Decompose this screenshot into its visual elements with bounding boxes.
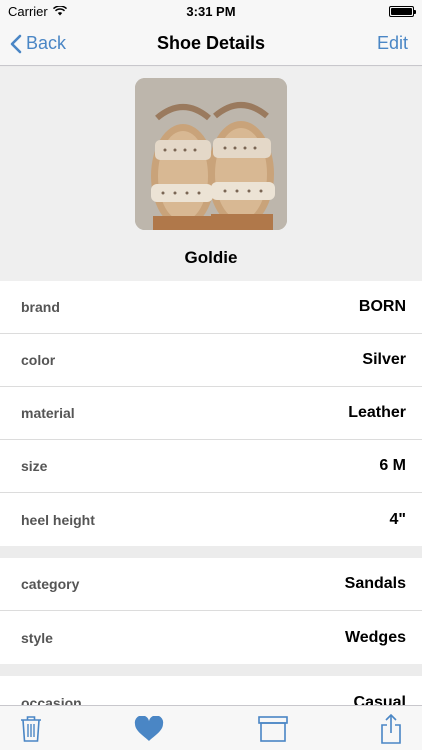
detail-row-size[interactable]: size 6 M — [0, 440, 422, 493]
bottom-toolbar — [0, 705, 422, 750]
status-bar: Carrier 3:31 PM — [0, 0, 422, 22]
shoe-photo[interactable] — [135, 78, 287, 230]
wifi-icon — [52, 6, 67, 16]
detail-value: Leather — [348, 404, 406, 421]
details-group-basics: brand BORN color Silver material Leather… — [0, 281, 422, 546]
shoe-header: Goldie — [0, 67, 422, 281]
detail-row-heel-height[interactable]: heel height 4" — [0, 493, 422, 546]
share-button[interactable] — [373, 712, 409, 746]
chevron-left-icon — [10, 34, 22, 53]
navigation-bar: Back Shoe Details Edit — [0, 22, 422, 66]
shoe-image — [135, 78, 287, 230]
detail-label: style — [21, 629, 53, 646]
status-left: Carrier — [8, 4, 67, 19]
detail-label: category — [21, 576, 80, 592]
detail-value: 4" — [389, 510, 406, 528]
detail-label: size — [21, 458, 48, 474]
detail-label: color — [21, 352, 56, 368]
detail-label: brand — [21, 299, 60, 315]
detail-value: BORN — [358, 298, 406, 315]
heart-icon — [134, 716, 164, 741]
delete-button[interactable] — [13, 712, 49, 746]
detail-value: Wedges — [344, 628, 406, 646]
detail-content[interactable]: Goldie brand BORN color Silver material … — [0, 67, 422, 705]
favorite-button[interactable] — [131, 712, 167, 746]
detail-label: heel height — [21, 511, 95, 528]
section-divider — [0, 664, 422, 676]
details-group-type: category Sandals style Wedges — [0, 558, 422, 664]
archive-button[interactable] — [255, 712, 291, 746]
edit-button[interactable]: Edit — [377, 33, 408, 54]
detail-label: occasion — [21, 694, 82, 706]
archive-icon — [258, 716, 288, 742]
detail-row-category[interactable]: category Sandals — [0, 558, 422, 611]
shoe-name: Goldie — [184, 248, 238, 267]
detail-value: 6 M — [379, 457, 406, 474]
back-button[interactable]: Back — [10, 33, 66, 54]
back-label: Back — [26, 33, 67, 53]
detail-row-occasion[interactable]: occasion Casual — [0, 676, 422, 705]
detail-row-material[interactable]: material Leather — [0, 387, 422, 440]
detail-value: Sandals — [344, 575, 406, 592]
section-divider — [0, 546, 422, 558]
detail-value: Silver — [362, 351, 406, 368]
detail-row-style[interactable]: style Wedges — [0, 611, 422, 664]
battery-icon — [389, 5, 416, 17]
share-icon — [381, 714, 401, 744]
details-group-occasion: occasion Casual — [0, 676, 422, 705]
detail-label: material — [21, 405, 75, 421]
trash-icon — [21, 716, 41, 742]
carrier-label: Carrier — [8, 3, 48, 19]
detail-row-brand[interactable]: brand BORN — [0, 281, 422, 334]
detail-value: Casual — [353, 693, 406, 706]
detail-row-color[interactable]: color Silver — [0, 334, 422, 387]
